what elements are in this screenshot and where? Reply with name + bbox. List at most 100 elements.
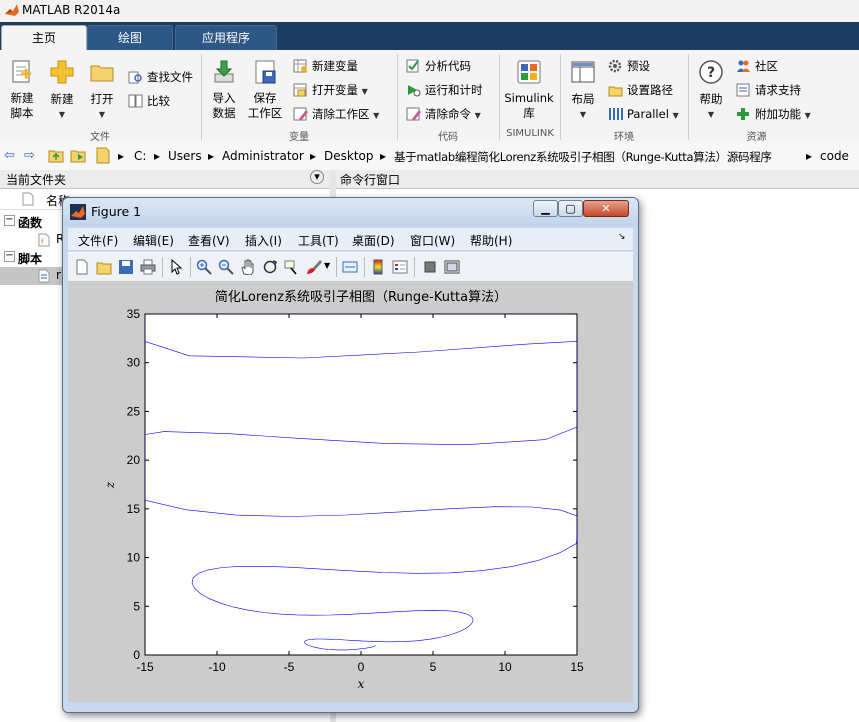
breadcrumb-users[interactable]: Users [168, 149, 202, 163]
minimize-button[interactable]: ▁ [533, 200, 558, 217]
address-bar: ⇦ ⇨ ▸ C: ▸ Users ▸ Administrator ▸ Deskt… [0, 142, 859, 171]
help-button[interactable]: ? 帮助 ▼ [694, 58, 728, 122]
community-button[interactable]: 社区 [736, 56, 778, 76]
parallel-button[interactable]: Parallel ▼ [608, 104, 679, 124]
help-icon: ? [699, 60, 723, 84]
brush-icon[interactable] [306, 259, 322, 275]
community-icon [737, 60, 750, 72]
compare-button[interactable]: 比较 [128, 91, 170, 111]
axes-box[interactable] [144, 313, 578, 656]
preferences-button[interactable]: 预设 [608, 56, 650, 76]
pan-hand-icon[interactable] [240, 259, 256, 275]
compare-label: 比较 [147, 94, 170, 108]
menu-tools[interactable]: 工具(T) [298, 232, 339, 249]
new-script-button[interactable]: 新建 脚本 [4, 58, 40, 121]
show-plot-tools-icon[interactable] [444, 259, 460, 275]
menu-help[interactable]: 帮助(H) [470, 232, 512, 249]
zoom-out-icon[interactable] [218, 259, 234, 275]
figure-canvas[interactable]: 简化Lorenz系统吸引子相图（Runge-Kutta算法） -15 -10 -5 0… [68, 282, 633, 702]
help-label: 帮助 [699, 92, 723, 106]
run-and-time-button[interactable]: 运行和计时 [406, 80, 483, 100]
folder-icon [96, 147, 110, 164]
figure-menu-bar: 文件(F) 编辑(E) 查看(V) 插入(I) 工具(T) 桌面(D) 窗口(W… [68, 228, 633, 250]
panel-title-command-window: 命令行窗口 [340, 173, 401, 187]
collapse-icon[interactable]: − [4, 215, 15, 226]
breadcrumb-administrator[interactable]: Administrator [222, 149, 304, 163]
up-folder-icon[interactable] [48, 148, 64, 163]
clear-workspace-button[interactable]: 清除工作区 ▼ [293, 104, 379, 124]
data-cursor-icon[interactable] [284, 259, 300, 275]
back-arrow-icon[interactable]: ⇦ [4, 148, 15, 163]
new-variable-button[interactable]: 新建变量 [293, 56, 358, 76]
analyze-code-label: 分析代码 [425, 59, 471, 73]
maximize-button[interactable]: ▢ [558, 200, 583, 217]
toolbar-divider [364, 257, 365, 277]
figure-title-bar[interactable]: Figure 1 ▁ ▢ ✕ [63, 198, 638, 226]
print-icon[interactable] [140, 259, 156, 275]
forward-arrow-icon[interactable]: ⇨ [24, 148, 35, 163]
open-file-icon[interactable] [96, 259, 112, 275]
close-button[interactable]: ✕ [583, 200, 629, 217]
x-axis-label: x [358, 677, 365, 691]
menu-desktop[interactable]: 桌面(D) [352, 232, 395, 249]
plot-svg[interactable]: 简化Lorenz系统吸引子相图（Runge-Kutta算法） -15 -10 -5 0… [68, 282, 633, 702]
zoom-in-icon[interactable] [196, 259, 212, 275]
chevron-down-icon: ▼ [98, 110, 106, 119]
set-path-button[interactable]: 设置路径 [608, 80, 673, 100]
chevron-down-icon[interactable]: ▼ [324, 261, 330, 270]
breadcrumb-code[interactable]: code [820, 149, 849, 163]
link-plot-icon[interactable] [342, 259, 358, 275]
x-tick-label: 5 [430, 660, 437, 674]
add-ons-button[interactable]: 附加功能 ▼ [736, 104, 811, 124]
gear-icon [608, 59, 622, 73]
panel-menu-icon[interactable]: ▾ [310, 170, 324, 184]
y-tick-label: 25 [127, 404, 141, 418]
breadcrumb-drive[interactable]: C: [134, 149, 146, 163]
rotate-3d-icon[interactable] [262, 259, 278, 275]
command-window-header: 命令行窗口 [336, 170, 859, 189]
preferences-label: 预设 [627, 59, 650, 73]
breadcrumb-project-folder[interactable]: 基于matlab编程简化Lorenz系统吸引子相图（Runge-Kutta算法）… [394, 149, 772, 165]
open-button[interactable]: 打开 ▼ [86, 58, 118, 122]
legend-icon[interactable] [392, 259, 408, 275]
analyze-code-button[interactable]: 分析代码 [406, 56, 471, 76]
find-files-button[interactable]: 查找文件 [128, 67, 193, 87]
chevron-down-icon: ▼ [707, 110, 715, 119]
new-figure-icon[interactable] [74, 259, 90, 275]
breadcrumb-separator: ▸ [380, 149, 387, 163]
menu-window[interactable]: 窗口(W) [410, 232, 455, 249]
pointer-icon[interactable] [168, 259, 184, 275]
clear-commands-button[interactable]: 清除命令 ▼ [406, 104, 481, 124]
open-variable-label: 打开变量 [312, 83, 358, 97]
menu-view[interactable]: 查看(V) [188, 232, 230, 249]
collapse-icon[interactable]: − [4, 251, 15, 262]
breadcrumb-desktop[interactable]: Desktop [324, 149, 374, 163]
open-variable-icon [293, 83, 307, 97]
toolbar-divider [414, 257, 415, 277]
panel-title-current-folder: 当前文件夹 [6, 173, 67, 187]
open-variable-button[interactable]: 打开变量 ▼ [293, 80, 368, 100]
tab-plots[interactable]: 绘图 [87, 25, 173, 50]
tab-home[interactable]: 主页 [1, 25, 87, 50]
import-data-button[interactable]: 导入 数据 [206, 58, 242, 121]
new-label: 新建 [50, 92, 74, 106]
dock-arrow-icon[interactable]: ↘ [618, 232, 626, 242]
tab-strip: 主页 绘图 应用程序 [0, 22, 859, 50]
run-and-time-label: 运行和计时 [425, 83, 483, 97]
new-button[interactable]: 新建 ▼ [46, 58, 78, 122]
layout-button[interactable]: 布局 ▼ [566, 58, 600, 122]
menu-edit[interactable]: 编辑(E) [133, 232, 174, 249]
colorbar-icon[interactable] [370, 259, 386, 275]
simulink-library-button[interactable]: Simulink 库 [504, 58, 554, 121]
menu-file[interactable]: 文件(F) [78, 232, 118, 249]
save-icon[interactable] [118, 259, 134, 275]
request-support-button[interactable]: 请求支持 [736, 80, 801, 100]
layout-icon [571, 61, 595, 83]
save-workspace-button[interactable]: 保存 工作区 [246, 58, 284, 121]
menu-insert[interactable]: 插入(I) [245, 232, 282, 249]
add-ons-label: 附加功能 [755, 107, 801, 121]
tab-apps[interactable]: 应用程序 [175, 25, 277, 50]
clear-commands-icon [406, 107, 421, 121]
hide-plot-tools-icon[interactable] [422, 259, 438, 275]
browse-folder-icon[interactable] [70, 148, 86, 163]
